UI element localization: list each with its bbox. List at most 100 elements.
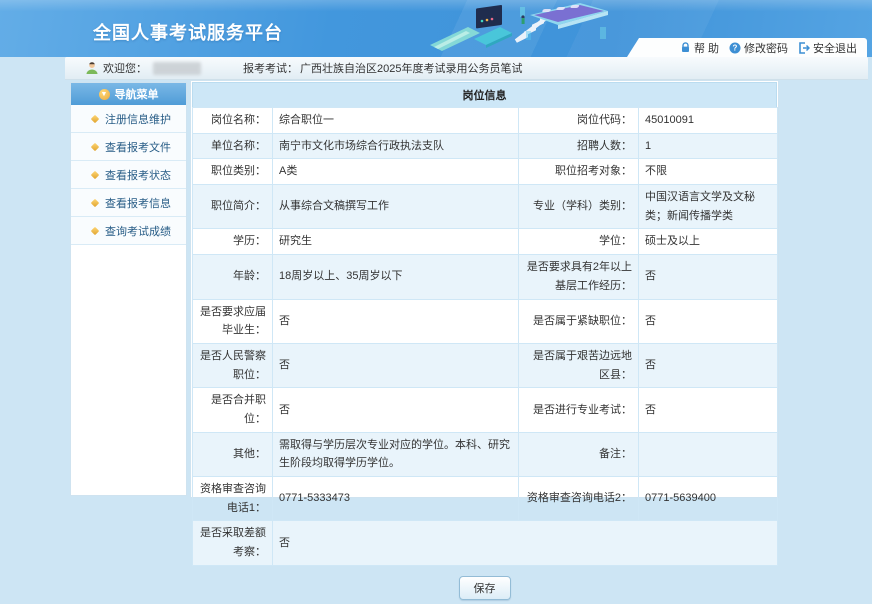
table-row: 岗位名称： 综合职位一 岗位代码： 45010091: [193, 108, 778, 134]
field-value: 需取得与学历层次专业对应的学位。本科、研究生阶段均取得学历学位。: [273, 432, 519, 476]
field-label: 是否属于紧缺职位：: [519, 299, 639, 343]
table-row: 职位简介： 从事综合文稿撰写工作 专业（学科）类别： 中国汉语言文学及文秘类；新…: [193, 185, 778, 229]
field-label: 是否要求应届毕业生：: [193, 299, 273, 343]
sidebar-header-label: 导航菜单: [115, 86, 159, 102]
field-label: 是否要求具有2年以上基层工作经历：: [519, 255, 639, 299]
field-label: 单位名称：: [193, 133, 273, 159]
position-info-panel: 岗位信息 岗位名称： 综合职位一 岗位代码： 45010091 单位名称： 南宁…: [190, 80, 779, 498]
lock-icon: [680, 42, 691, 53]
masked-username: [153, 62, 201, 75]
bullet-icon: [91, 198, 99, 206]
field-label: 岗位名称：: [193, 108, 273, 134]
field-value: 45010091: [639, 108, 778, 134]
change-password-label: 修改密码: [744, 40, 788, 56]
field-label: 专业（学科）类别：: [519, 185, 639, 229]
field-value: 否: [273, 343, 519, 387]
welcome-bar: 欢迎您： 报考考试： 广西壮族自治区2025年度考试录用公务员笔试: [65, 57, 868, 80]
section-title: 岗位信息: [192, 82, 777, 107]
field-value: 0771-5639400: [639, 477, 778, 521]
field-value: 综合职位一: [273, 108, 519, 134]
table-row: 其他： 需取得与学历层次专业对应的学位。本科、研究生阶段均取得学历学位。 备注：: [193, 432, 778, 476]
sidebar-item-label: 查看报考文件: [105, 139, 171, 155]
table-row: 是否人民警察职位： 否 是否属于艰苦边远地区县： 否: [193, 343, 778, 387]
field-value: 研究生: [273, 229, 519, 255]
banner-illustration: [430, 1, 635, 57]
field-value: 中国汉语言文学及文秘类；新闻传播学类: [639, 185, 778, 229]
helper-bar: 帮 助 ? 修改密码 安全退出: [627, 38, 867, 57]
position-info-table: 岗位名称： 综合职位一 岗位代码： 45010091 单位名称： 南宁市文化市场…: [192, 107, 778, 566]
sidebar-item-label: 查看报考信息: [105, 195, 171, 211]
field-label: 是否属于艰苦边远地区县：: [519, 343, 639, 387]
change-password-link[interactable]: ? 修改密码: [729, 40, 788, 56]
table-row: 学历： 研究生 学位： 硕士及以上: [193, 229, 778, 255]
sidebar-item-label: 查看报考状态: [105, 167, 171, 183]
field-label: 职位招考对象：: [519, 159, 639, 185]
table-row: 年龄： 18周岁以上、35周岁以下 是否要求具有2年以上基层工作经历： 否: [193, 255, 778, 299]
table-row: 是否采取差额考察： 否: [193, 521, 778, 565]
field-value: 不限: [639, 159, 778, 185]
field-value: 0771-5333473: [273, 477, 519, 521]
nav-menu-icon: ▼: [99, 89, 110, 100]
field-label: 资格审查咨询电话2：: [519, 477, 639, 521]
logout-icon: [798, 42, 810, 54]
field-label: 岗位代码：: [519, 108, 639, 134]
field-label: 职位简介：: [193, 185, 273, 229]
sidebar-item-registration-info[interactable]: 注册信息维护: [71, 105, 186, 133]
field-label: 其他：: [193, 432, 273, 476]
table-row: 资格审查咨询电话1： 0771-5333473 资格审查咨询电话2： 0771-…: [193, 477, 778, 521]
field-value: 否: [273, 299, 519, 343]
field-value: [639, 432, 778, 476]
save-row: 保存: [192, 566, 777, 604]
sidebar-item-view-exam-documents[interactable]: 查看报考文件: [71, 133, 186, 161]
field-label: 职位类别：: [193, 159, 273, 185]
welcome-greeting: 欢迎您：: [103, 60, 147, 76]
field-value: 否: [639, 299, 778, 343]
field-value: 18周岁以上、35周岁以下: [273, 255, 519, 299]
field-label: 招聘人数：: [519, 133, 639, 159]
sidebar-item-query-exam-results[interactable]: 查询考试成绩: [71, 217, 186, 245]
exam-label: 报考考试：: [243, 60, 298, 76]
bullet-icon: [91, 114, 99, 122]
field-label: 学历：: [193, 229, 273, 255]
table-row: 职位类别： A类 职位招考对象： 不限: [193, 159, 778, 185]
field-value: A类: [273, 159, 519, 185]
field-label: 是否采取差额考察：: [193, 521, 273, 565]
field-label: 是否进行专业考试：: [519, 388, 639, 432]
logout-link[interactable]: 安全退出: [798, 40, 857, 56]
bullet-icon: [91, 142, 99, 150]
help-label: 帮 助: [694, 40, 719, 56]
exam-name: 广西壮族自治区2025年度考试录用公务员笔试: [300, 60, 522, 76]
table-row: 是否要求应届毕业生： 否 是否属于紧缺职位： 否: [193, 299, 778, 343]
site-title: 全国人事考试服务平台: [93, 19, 283, 45]
logout-label: 安全退出: [813, 40, 857, 56]
field-label: 是否合并职位：: [193, 388, 273, 432]
field-value: 硕士及以上: [639, 229, 778, 255]
field-value: 否: [639, 388, 778, 432]
field-label: 年龄：: [193, 255, 273, 299]
save-button[interactable]: 保存: [459, 576, 511, 600]
field-value: 南宁市文化市场综合行政执法支队: [273, 133, 519, 159]
sidebar-header: ▼ 导航菜单: [71, 83, 186, 105]
field-value: 1: [639, 133, 778, 159]
sidebar-item-label: 查询考试成绩: [105, 223, 171, 239]
field-value: 否: [639, 255, 778, 299]
table-row: 是否合并职位： 否 是否进行专业考试： 否: [193, 388, 778, 432]
field-value: 否: [273, 521, 778, 565]
field-value: 否: [273, 388, 519, 432]
field-label: 是否人民警察职位：: [193, 343, 273, 387]
sidebar: ▼ 导航菜单 注册信息维护 查看报考文件 查看报考状态 查看报考信息 查询考试成…: [70, 82, 187, 496]
sidebar-item-view-application-info[interactable]: 查看报考信息: [71, 189, 186, 217]
field-value: 从事综合文稿撰写工作: [273, 185, 519, 229]
field-value: 否: [639, 343, 778, 387]
table-row: 单位名称： 南宁市文化市场综合行政执法支队 招聘人数： 1: [193, 133, 778, 159]
svg-text:?: ?: [733, 43, 738, 52]
field-label: 备注：: [519, 432, 639, 476]
bullet-icon: [91, 226, 99, 234]
sidebar-item-view-application-status[interactable]: 查看报考状态: [71, 161, 186, 189]
field-label: 资格审查咨询电话1：: [193, 477, 273, 521]
bullet-icon: [91, 170, 99, 178]
field-label: 学位：: [519, 229, 639, 255]
user-avatar-icon: [85, 61, 99, 75]
help-link[interactable]: 帮 助: [680, 40, 719, 56]
sidebar-item-label: 注册信息维护: [105, 111, 171, 127]
